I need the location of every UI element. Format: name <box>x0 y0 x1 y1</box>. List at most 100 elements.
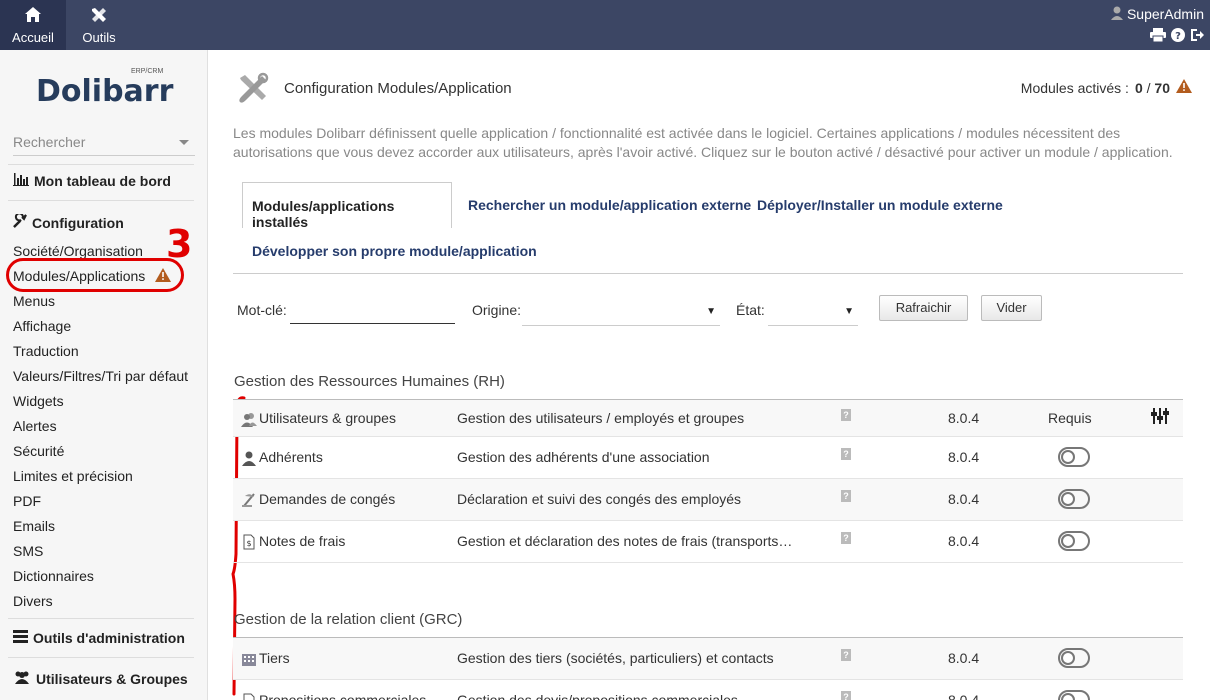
module-version: 8.0.4 <box>948 692 980 700</box>
module-version: 8.0.4 <box>948 533 980 549</box>
module-name: Tiers <box>259 650 290 666</box>
clear-button[interactable]: Vider <box>981 295 1042 321</box>
bar-chart-icon <box>13 173 29 189</box>
module-description: Gestion des tiers (sociétés, particulier… <box>457 650 774 666</box>
sidebar-item-affichage[interactable]: Affichage <box>13 318 71 334</box>
help-icon[interactable]: ? <box>841 490 851 502</box>
svg-text:?: ? <box>1175 31 1181 42</box>
keyword-label: Mot-clé: <box>237 302 287 318</box>
user-menu[interactable]: SuperAdmin <box>1110 5 1204 23</box>
module-version: 8.0.4 <box>948 449 980 465</box>
module-name: Propositions commerciales <box>259 692 427 700</box>
sidebar-admin-tools-label: Outils d'administration <box>33 630 185 646</box>
help-icon[interactable]: ? <box>841 532 851 544</box>
help-icon[interactable]: ? <box>841 409 851 421</box>
group-title-rh: Gestion des Ressources Humaines (RH) <box>234 373 505 390</box>
sidebar-users-groups[interactable]: Utilisateurs & Groupes <box>13 671 188 687</box>
state-select[interactable]: ▼ <box>768 302 858 326</box>
module-description: Gestion des devis/propositions commercia… <box>457 692 738 700</box>
sidebar-users-groups-label: Utilisateurs & Groupes <box>36 671 188 687</box>
active-count-label: Modules activés : <box>1020 79 1129 96</box>
page-title: Configuration Modules/Application <box>284 80 512 97</box>
wrench-icon <box>13 212 27 231</box>
module-toggle-off[interactable] <box>1058 648 1090 668</box>
list-icon <box>13 630 28 646</box>
group-title-grc: Gestion de la relation client (GRC) <box>234 611 463 628</box>
top-bar: Accueil Outils SuperAdmin ? <box>0 0 1210 50</box>
module-name: Adhérents <box>259 449 323 465</box>
sidebar-item-limites[interactable]: Limites et précision <box>13 468 133 484</box>
module-toggle-off[interactable] <box>1058 690 1090 700</box>
module-row-tiers: Tiers Gestion des tiers (sociétés, parti… <box>233 638 1183 680</box>
module-description: Gestion des utilisateurs / employés et g… <box>457 410 745 426</box>
sidebar-dashboard-label: Mon tableau de bord <box>34 173 171 189</box>
sidebar-item-valeurs[interactable]: Valeurs/Filtres/Tri par défaut <box>13 368 188 384</box>
nav-outils[interactable]: Outils <box>66 0 132 50</box>
help-icon[interactable]: ? <box>841 649 851 661</box>
sidebar-dashboard[interactable]: Mon tableau de bord <box>13 173 171 189</box>
sidebar-item-emails[interactable]: Emails <box>13 518 55 534</box>
sidebar-item-divers[interactable]: Divers <box>13 593 53 609</box>
sidebar-item-traduction[interactable]: Traduction <box>13 343 79 359</box>
sidebar-item-widgets[interactable]: Widgets <box>13 393 64 409</box>
users-icon <box>241 411 257 427</box>
module-toggle-off[interactable] <box>1058 447 1090 467</box>
nav-accueil-label: Accueil <box>12 30 54 45</box>
chevron-down-icon <box>179 140 189 145</box>
sidebar-item-societe[interactable]: Société/Organisation <box>13 243 143 259</box>
print-icon[interactable] <box>1150 28 1166 44</box>
tools-icon <box>236 72 270 106</box>
sidebar-admin-tools[interactable]: Outils d'administration <box>13 630 185 646</box>
nav-accueil[interactable]: Accueil <box>0 0 66 50</box>
module-description: Gestion et déclaration des notes de frai… <box>457 533 793 549</box>
divider <box>8 618 194 619</box>
refresh-button[interactable]: Rafraichir <box>879 295 968 321</box>
origin-select[interactable]: ▼ <box>522 302 720 326</box>
tabs-divider <box>233 273 1183 274</box>
module-version: 8.0.4 <box>948 650 980 666</box>
sidebar-item-securite[interactable]: Sécurité <box>13 443 64 459</box>
active-count-total: 70 <box>1154 79 1170 96</box>
module-description: Gestion des adhérents d'une association <box>457 449 710 465</box>
module-toggle-off[interactable] <box>1058 531 1090 551</box>
expense-icon: $ <box>241 534 257 550</box>
user-name: SuperAdmin <box>1126 6 1204 22</box>
help-icon[interactable]: ? <box>841 691 851 700</box>
divider <box>8 657 194 658</box>
module-row-propositions: Propositions commerciales Gestion des de… <box>233 680 1183 700</box>
warning-icon <box>1176 79 1192 96</box>
users-icon <box>13 671 31 687</box>
sidebar-item-alertes[interactable]: Alertes <box>13 418 57 434</box>
sidebar-search[interactable]: Rechercher <box>13 134 195 156</box>
keyword-input[interactable] <box>290 302 455 324</box>
module-description: Déclaration et suivi des congés des empl… <box>457 491 742 507</box>
tab-develop-module[interactable]: Développer son propre module/application <box>252 243 537 259</box>
origin-label: Origine: <box>472 302 522 318</box>
tab-search-external[interactable]: Rechercher un module/application externe <box>468 197 751 213</box>
main-content: Configuration Modules/Application Module… <box>208 50 1210 700</box>
sidebar-item-menus[interactable]: Menus <box>13 293 55 309</box>
sidebar-configuration-label: Configuration <box>32 214 124 231</box>
sidebar-item-sms[interactable]: SMS <box>13 543 43 559</box>
svg-text:$: $ <box>246 539 251 548</box>
module-row-users: Utilisateurs & groupes Gestion des utili… <box>233 400 1183 437</box>
logout-icon[interactable] <box>1190 28 1204 44</box>
module-name: Utilisateurs & groupes <box>259 410 396 426</box>
sidebar-item-pdf[interactable]: PDF <box>13 493 41 509</box>
module-toggle-off[interactable] <box>1058 489 1090 509</box>
nav-outils-label: Outils <box>82 30 116 45</box>
divider <box>8 164 194 165</box>
chevron-down-icon: ▼ <box>706 306 716 317</box>
modules-active-count: Modules activés : 0 / 70 <box>1021 79 1192 96</box>
sidebar-configuration[interactable]: Configuration <box>13 212 124 231</box>
tab-installed-modules[interactable]: Modules/applications installés <box>242 182 452 230</box>
state-label: État: <box>736 302 765 318</box>
sidebar-item-dictionnaires[interactable]: Dictionnaires <box>13 568 94 584</box>
help-icon[interactable]: ? <box>1171 28 1185 44</box>
tab-deploy-external[interactable]: Déployer/Installer un module externe <box>757 197 1003 213</box>
logo[interactable]: ERP/CRM Dolibarr <box>36 68 176 109</box>
divider <box>8 200 194 201</box>
active-count-value: 0 <box>1134 79 1143 96</box>
settings-sliders-icon[interactable] <box>1151 408 1169 424</box>
help-icon[interactable]: ? <box>841 448 851 460</box>
